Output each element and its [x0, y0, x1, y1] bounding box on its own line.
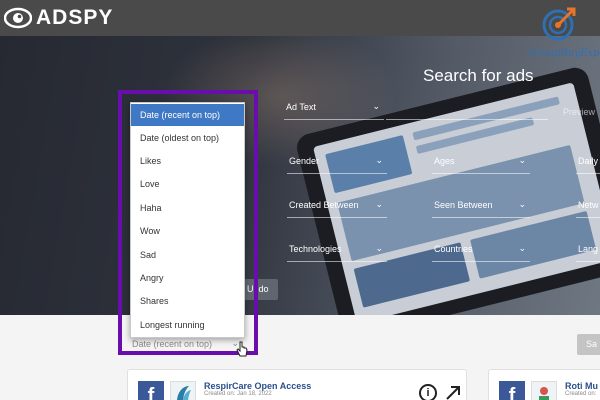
save-label: Sa	[586, 339, 598, 349]
sort-option[interactable]: Likes	[131, 150, 244, 172]
sort-option[interactable]: Shares	[131, 290, 244, 312]
advertiser-logo-icon	[177, 386, 191, 400]
language-filter[interactable]: Lang	[576, 240, 600, 262]
chevron-down-icon: ⌄	[518, 155, 526, 165]
gender-label: Gender	[289, 156, 320, 166]
advertiser-avatar[interactable]	[531, 381, 557, 400]
chevron-down-icon: ⌄	[518, 243, 526, 253]
adspy-eye-icon	[4, 7, 32, 29]
sort-option[interactable]: Date (recent on top)	[131, 104, 244, 126]
ad-text-label: Ad Text	[286, 102, 316, 112]
daily-filter[interactable]: Daily	[576, 152, 600, 174]
daily-label: Daily	[578, 156, 599, 166]
adspy-logo[interactable]: ADSPY	[4, 6, 113, 30]
created-between-filter[interactable]: Created Between ⌄	[287, 196, 387, 218]
sort-option[interactable]: Date (oldest on top)	[131, 127, 244, 149]
facebook-icon: f	[499, 381, 525, 400]
network-filter[interactable]: Netw	[576, 196, 600, 218]
ages-label: Ages	[434, 156, 455, 166]
target-arrow-icon	[542, 7, 576, 41]
chevron-down-icon: ⌄	[375, 243, 383, 253]
language-label: Lang	[578, 244, 599, 254]
seen-between-label: Seen Between	[434, 200, 493, 210]
sort-option[interactable]: Angry	[131, 267, 244, 289]
sort-option[interactable]: Sad	[131, 244, 244, 266]
preview-label: Preview	[563, 107, 596, 117]
sort-option[interactable]: Haha	[131, 197, 244, 219]
top-nav: ADSPY	[0, 0, 600, 36]
ad-card[interactable]: f Roti Mu Created on:	[488, 369, 600, 400]
brand-name: ADSPY	[36, 6, 114, 29]
save-button[interactable]: Sa	[577, 334, 600, 355]
ad-text-field-select[interactable]: Ad Text ⌄	[284, 98, 384, 120]
chevron-down-icon: ⌄	[375, 155, 383, 165]
sort-option[interactable]: Wow	[131, 220, 244, 242]
chevron-down-icon: ⌄	[375, 199, 383, 209]
ages-filter[interactable]: Ages ⌄	[432, 152, 530, 174]
seen-between-filter[interactable]: Seen Between ⌄	[432, 196, 530, 218]
sort-option[interactable]: Longest running	[131, 314, 244, 336]
gender-filter[interactable]: Gender ⌄	[287, 152, 387, 174]
chevron-down-icon: ⌄	[518, 199, 526, 209]
advertiser-avatar[interactable]	[170, 381, 196, 400]
search-heading: Search for ads	[423, 66, 534, 85]
sort-option[interactable]: Love	[131, 173, 244, 195]
created-date: Created on:	[565, 391, 597, 397]
countries-filter[interactable]: Countries ⌄	[432, 240, 530, 262]
watermark-text: GroupBuyExpert	[529, 48, 600, 59]
external-link-icon[interactable]	[444, 384, 462, 400]
technologies-filter[interactable]: Technologies ⌄	[287, 240, 387, 262]
advertiser-logo-icon	[539, 387, 549, 400]
chevron-down-icon: ⌄	[372, 101, 380, 111]
ad-card[interactable]: f RespirCare Open Access Created on: Jan…	[127, 369, 467, 400]
groupbuyexpert-watermark: GroupBuyExpert	[527, 4, 600, 68]
created-date: Created on: Jan 18, 2022	[204, 391, 272, 397]
info-icon[interactable]: i	[419, 384, 437, 400]
advertiser-name[interactable]: RespirCare Open Access	[204, 381, 311, 391]
countries-label: Countries	[434, 244, 473, 254]
technologies-label: Technologies	[289, 244, 342, 254]
facebook-icon: f	[138, 381, 164, 400]
network-label: Netw	[578, 200, 599, 210]
created-between-label: Created Between	[289, 200, 359, 210]
search-input[interactable]	[386, 119, 548, 120]
advertiser-name[interactable]: Roti Mu	[565, 381, 598, 391]
sort-dropdown-list[interactable]: Date (recent on top) Date (oldest on top…	[130, 102, 245, 338]
mouse-pointer-icon	[236, 341, 248, 357]
